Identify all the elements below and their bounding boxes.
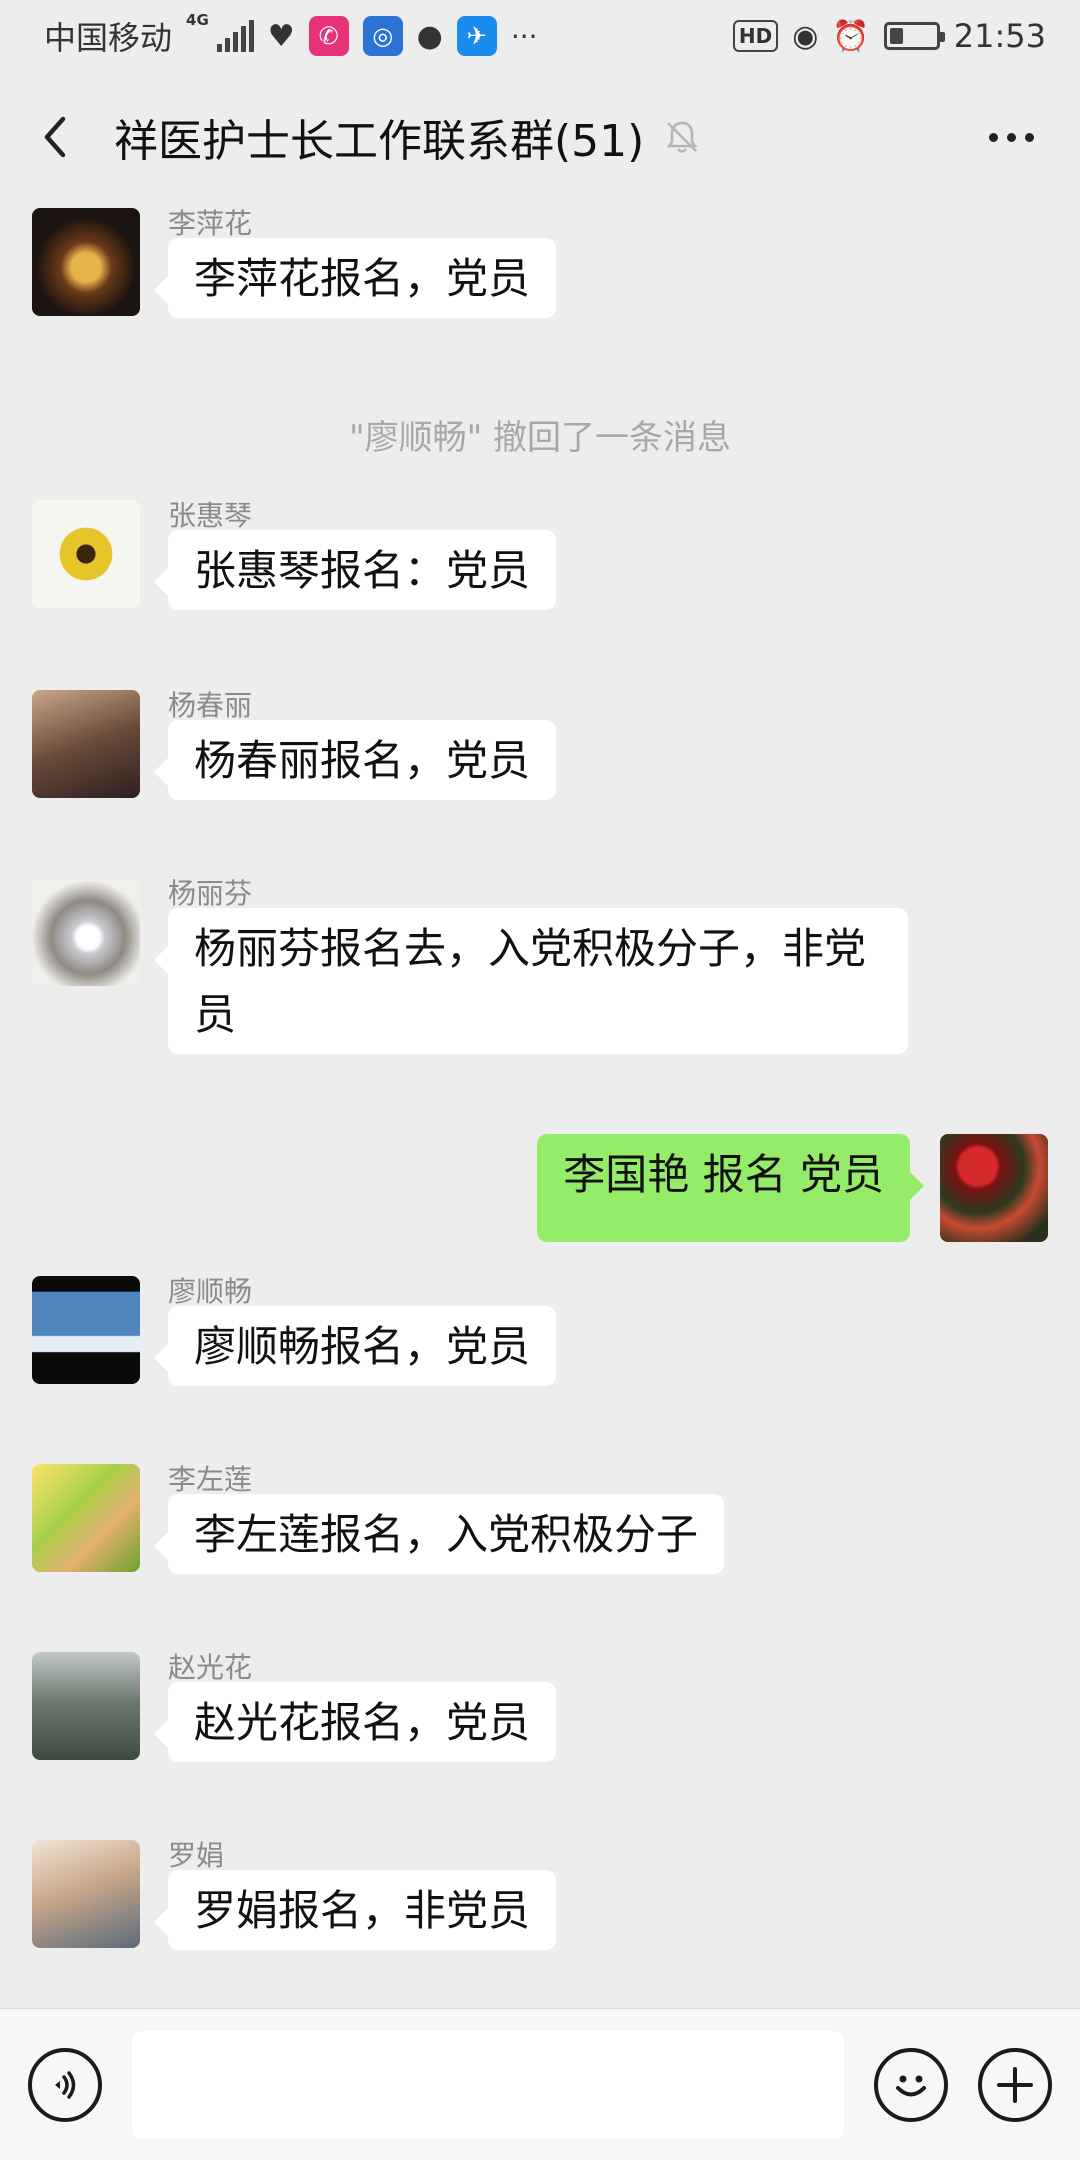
- message-bubble[interactable]: 张惠琴报名：党员: [153, 530, 557, 610]
- mute-bell-icon: [666, 121, 698, 153]
- chat-header: 祥医护士长工作联系群(51): [0, 72, 1080, 202]
- status-bar: 中国移动 4G ♥ ✆ ◎ ● ✈ ··· HD ◉ ⏰ 21:53: [0, 0, 1080, 72]
- dingtalk-icon: ✈: [456, 16, 497, 56]
- message-bubble[interactable]: 李萍花报名，党员: [153, 238, 557, 318]
- message-bubble[interactable]: 杨丽芬报名去，入党积极分子，非党员: [154, 908, 908, 1054]
- recall-notice: "廖顺畅" 撤回了一条消息: [348, 418, 732, 458]
- more-functions-button[interactable]: [978, 2047, 1052, 2122]
- clock-time: 21:53: [953, 17, 1046, 55]
- smiley-icon: [896, 2075, 926, 2096]
- avatar-self[interactable]: [940, 1134, 1048, 1242]
- sender-name: 罗娟: [168, 1839, 225, 1872]
- avatar[interactable]: [32, 1652, 140, 1760]
- message-bubble[interactable]: 廖顺畅报名，党员: [153, 1306, 557, 1386]
- sender-name: 张惠琴: [168, 499, 253, 532]
- more-notifications-icon: ···: [510, 19, 538, 53]
- heartbeat-icon: ♥: [267, 18, 295, 54]
- message-item: 李萍花 李萍花报名，党员: [32, 207, 1048, 318]
- phone-app-icon: ✆: [308, 16, 349, 56]
- message-list[interactable]: 李萍花 李萍花报名，党员 "廖顺畅" 撤回了一条消息 张惠琴 张惠琴报名：党员 …: [0, 202, 1080, 2008]
- avatar[interactable]: [32, 878, 140, 986]
- message-item-self: 李国艳 报名 党员: [32, 1134, 1048, 1242]
- message-bubble[interactable]: 赵光花报名，党员: [153, 1682, 557, 1762]
- message-item: 杨春丽 杨春丽报名，党员: [32, 689, 1048, 800]
- input-bar: [0, 2008, 1080, 2160]
- message-item: 罗娟 罗娟报名，非党员: [32, 1839, 1048, 1950]
- message-bubble[interactable]: 罗娟报名，非党员: [153, 1870, 557, 1950]
- message-bubble-self[interactable]: 李国艳 报名 党员: [537, 1134, 924, 1242]
- network-type-label: 4G: [186, 11, 209, 29]
- avatar[interactable]: [32, 500, 140, 608]
- avatar[interactable]: [32, 208, 140, 316]
- alarm-icon: ⏰: [832, 18, 870, 54]
- carrier-label: 中国移动: [44, 19, 173, 57]
- sender-name: 杨丽芬: [168, 877, 253, 910]
- sender-name: 廖顺畅: [168, 1275, 253, 1308]
- sender-name: 李萍花: [168, 207, 253, 240]
- message-item: 张惠琴 张惠琴报名：党员: [32, 499, 1048, 610]
- chevron-left-icon: [44, 116, 66, 158]
- more-options-button[interactable]: [977, 132, 1046, 142]
- wechat-icon: ●: [416, 18, 443, 54]
- plus-icon: [997, 2066, 1033, 2103]
- back-button[interactable]: [34, 116, 74, 158]
- message-item: 赵光花 赵光花报名，党员: [32, 1651, 1048, 1762]
- emoji-button[interactable]: [874, 2047, 948, 2122]
- message-input[interactable]: [132, 2030, 844, 2139]
- voice-icon: [55, 2070, 76, 2099]
- message-item: 廖顺畅 廖顺畅报名，党员: [32, 1275, 1048, 1386]
- sender-name: 赵光花: [168, 1651, 253, 1684]
- eye-icon: ◉: [792, 18, 819, 54]
- signal-icon: [216, 20, 254, 52]
- chat-title: 祥医护士长工作联系群(51): [114, 116, 645, 167]
- avatar[interactable]: [32, 690, 140, 798]
- message-item: 李左莲 李左莲报名，入党积极分子: [32, 1463, 1048, 1574]
- message-item: 杨丽芬 杨丽芬报名去，入党积极分子，非党员: [32, 877, 1048, 1054]
- voice-button[interactable]: [28, 2047, 102, 2122]
- message-bubble[interactable]: 杨春丽报名，党员: [153, 720, 557, 800]
- hd-icon: HD: [732, 20, 779, 52]
- avatar[interactable]: [32, 1464, 140, 1572]
- battery-icon: [883, 22, 945, 50]
- avatar[interactable]: [32, 1276, 140, 1384]
- avatar[interactable]: [32, 1840, 140, 1948]
- sender-name: 李左莲: [168, 1463, 253, 1496]
- browser-app-icon: ◎: [362, 16, 403, 56]
- message-bubble[interactable]: 李左莲报名，入党积极分子: [153, 1494, 725, 1574]
- sender-name: 杨春丽: [168, 689, 253, 722]
